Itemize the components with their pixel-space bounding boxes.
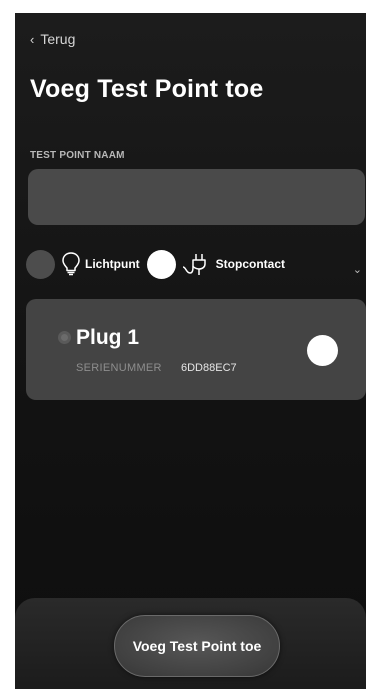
device-select-radio[interactable]: [58, 331, 71, 344]
device-toggle[interactable]: [307, 335, 338, 366]
stopcontact-radio[interactable]: [146, 249, 176, 279]
chevron-left-icon: ‹: [30, 31, 35, 47]
serial-label: SERIENUMMER: [76, 362, 162, 374]
add-test-point-button[interactable]: Voeg Test Point toe: [114, 615, 280, 677]
device-name: Plug 1: [76, 326, 140, 349]
serial-value: 6DD88EC7: [181, 362, 237, 374]
device-card[interactable]: Plug 1 SERIENUMMER 6DD88EC7: [26, 299, 366, 400]
name-field-label: TEST POINT NAAM: [30, 150, 125, 161]
plug-icon: [182, 251, 212, 277]
test-point-name-input[interactable]: [28, 169, 365, 225]
stopcontact-label[interactable]: Stopcontact: [216, 257, 285, 271]
type-selector: Lichtpunt Stopcontact ⌄: [26, 249, 366, 279]
lichtpunt-radio[interactable]: [26, 249, 55, 279]
scroll-indicator-icon: ⌄: [352, 264, 362, 276]
back-label: Terug: [40, 31, 76, 47]
page-title: Voeg Test Point toe: [30, 75, 264, 103]
app-screen: ‹ Terug Voeg Test Point toe TEST POINT N…: [15, 13, 366, 689]
back-button[interactable]: ‹ Terug: [30, 31, 75, 47]
lichtpunt-label[interactable]: Lichtpunt: [85, 257, 140, 271]
lightbulb-icon: [61, 251, 81, 277]
